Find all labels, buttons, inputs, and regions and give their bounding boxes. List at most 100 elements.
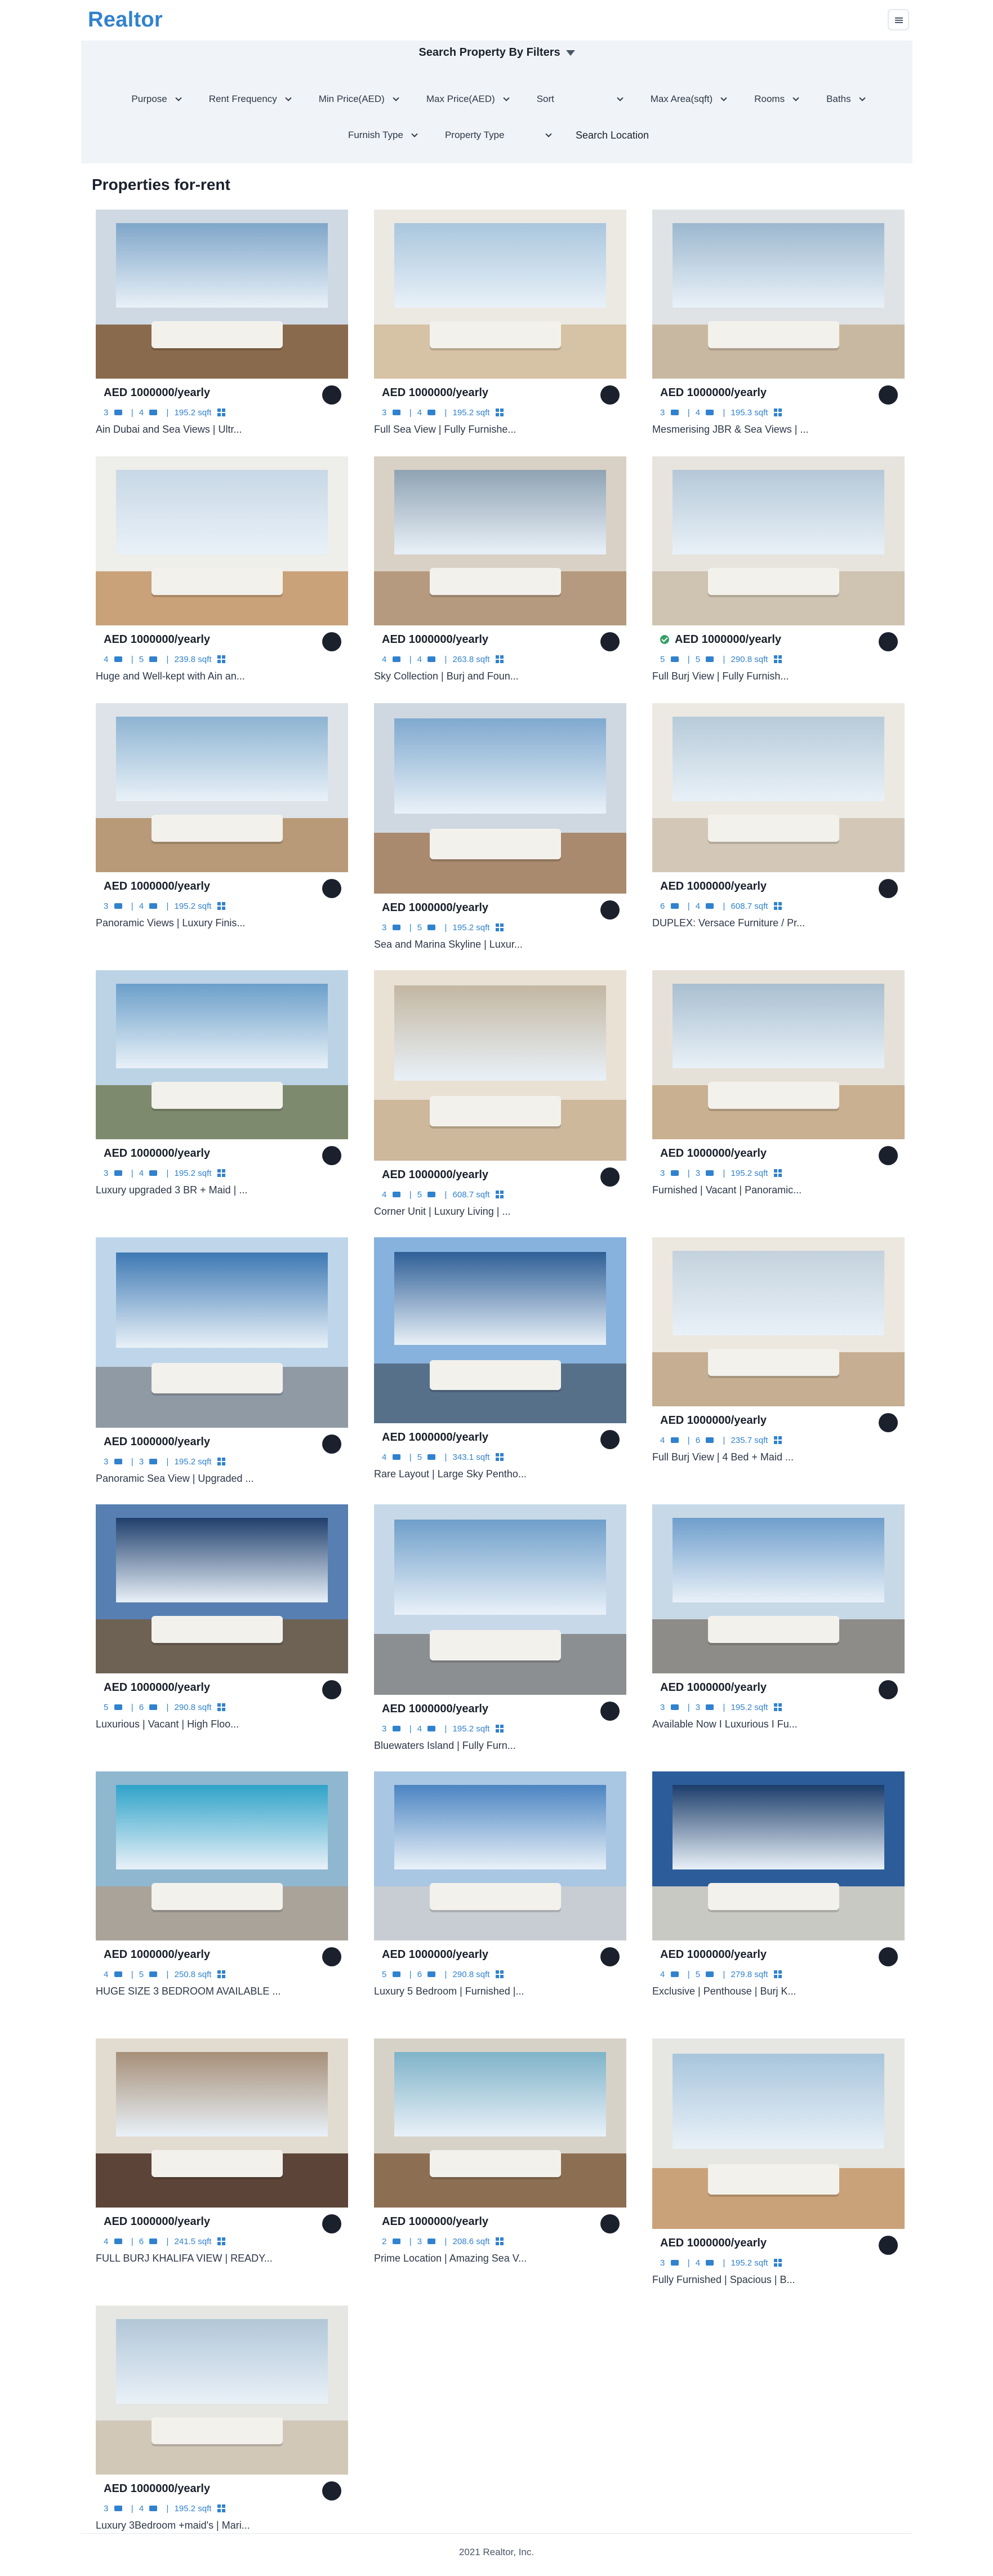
baths-select[interactable]: Baths [817, 88, 871, 110]
property-title[interactable]: Full Burj View | 4 Bed + Maid ... [652, 1451, 794, 1463]
property-photo[interactable] [96, 210, 348, 379]
property-title[interactable]: Furnished | Vacant | Panoramic... [652, 1184, 801, 1196]
max-area-select[interactable]: Max Area(sqft) [642, 88, 733, 110]
card-info: AED 1000000/yearly 3 | 4 | 195.2 sqft Fu… [652, 2229, 905, 2291]
property-title[interactable]: Exclusive | Penthouse | Burj K... [652, 1986, 796, 1997]
property-card[interactable]: AED 1000000/yearly 5 | 5 | 290.8 sqft Fu… [652, 456, 905, 687]
property-photo[interactable] [652, 2038, 905, 2229]
area-value: 235.7 sqft [731, 1436, 768, 1445]
property-card[interactable]: AED 1000000/yearly 3 | 4 | 195.2 sqft Fu… [374, 210, 626, 441]
photo-furniture [151, 2417, 283, 2444]
property-title[interactable]: Sky Collection | Burj and Foun... [374, 670, 519, 682]
property-card[interactable]: AED 1000000/yearly 3 | 4 | 195.3 sqft Me… [652, 210, 905, 441]
property-title[interactable]: Prime Location | Amazing Sea V... [374, 2253, 527, 2264]
sort-select[interactable]: Sort [528, 88, 629, 110]
photo-furniture [429, 2150, 561, 2177]
rooms-count: 3 [660, 1703, 665, 1712]
property-card[interactable]: AED 1000000/yearly 3 | 4 | 195.2 sqft Lu… [96, 970, 348, 1201]
property-card[interactable]: AED 1000000/yearly 3 | 3 | 195.2 sqft Pa… [96, 1237, 348, 1490]
property-photo[interactable] [374, 1771, 626, 1940]
property-card[interactable]: AED 1000000/yearly 4 | 4 | 263.8 sqft Sk… [374, 456, 626, 687]
baths-count: 5 [139, 655, 144, 664]
menu-icon-bar [895, 17, 903, 19]
photo-furniture [429, 1360, 561, 1390]
property-card[interactable]: AED 1000000/yearly 6 | 4 | 608.7 sqft DU… [652, 703, 905, 934]
property-title[interactable]: HUGE SIZE 3 BEDROOM AVAILABLE ... [96, 1986, 280, 1997]
property-photo[interactable] [374, 970, 626, 1161]
property-card[interactable]: AED 1000000/yearly 4 | 5 | 608.7 sqft Co… [374, 970, 626, 1223]
property-photo[interactable] [96, 1504, 348, 1673]
property-photo[interactable] [96, 1237, 348, 1428]
property-title[interactable]: Fully Furnished | Spacious | B... [652, 2274, 795, 2286]
property-title[interactable]: Panoramic Sea View | Upgraded ... [96, 1473, 254, 1485]
property-title[interactable]: FULL BURJ KHALIFA VIEW | READY... [96, 2253, 273, 2264]
brand-logo[interactable]: Realtor [88, 8, 163, 32]
property-card[interactable]: AED 1000000/yearly 5 | 6 | 290.8 sqft Lu… [374, 1771, 626, 2002]
property-photo[interactable] [96, 1771, 348, 1940]
property-photo[interactable] [96, 970, 348, 1139]
property-photo[interactable] [374, 1504, 626, 1695]
property-photo[interactable] [652, 703, 905, 872]
property-title[interactable]: Corner Unit | Luxury Living | ... [374, 1206, 510, 1218]
property-card[interactable]: AED 1000000/yearly 4 | 5 | 250.8 sqft HU… [96, 1771, 348, 2002]
agency-logo [600, 1947, 620, 1966]
property-photo[interactable] [96, 703, 348, 872]
property-title[interactable]: Full Burj View | Fully Furnish... [652, 670, 789, 682]
property-title[interactable]: Ain Dubai and Sea Views | Ultr... [96, 424, 242, 436]
property-card[interactable]: AED 1000000/yearly 3 | 4 | 195.2 sqft Bl… [374, 1504, 626, 1757]
property-photo[interactable] [652, 1504, 905, 1673]
property-photo[interactable] [652, 456, 905, 625]
property-photo[interactable] [374, 456, 626, 625]
property-photo[interactable] [96, 2038, 348, 2208]
property-photo[interactable] [374, 703, 626, 894]
property-photo[interactable] [374, 1237, 626, 1423]
search-location-button[interactable]: Search Location [570, 124, 654, 146]
property-photo[interactable] [652, 1771, 905, 1940]
property-card[interactable]: AED 1000000/yearly 4 | 6 | 241.5 sqft FU… [96, 2038, 348, 2269]
property-card[interactable]: AED 1000000/yearly 3 | 4 | 195.2 sqft Lu… [96, 2306, 348, 2537]
filters-toggle[interactable]: Search Property By Filters [81, 46, 912, 59]
property-title[interactable]: Luxury upgraded 3 BR + Maid | ... [96, 1184, 247, 1196]
rent-frequency-select[interactable]: Rent Frequency [200, 88, 297, 110]
furnish-type-select[interactable]: Furnish Type [339, 124, 424, 146]
property-type-select[interactable]: Property Type [436, 124, 558, 146]
property-title[interactable]: Rare Layout | Large Sky Pentho... [374, 1468, 527, 1480]
property-card[interactable]: AED 1000000/yearly 3 | 5 | 195.2 sqft Se… [374, 703, 626, 956]
property-card[interactable]: AED 1000000/yearly 4 | 5 | 239.8 sqft Hu… [96, 456, 348, 687]
property-photo[interactable] [96, 456, 348, 625]
hamburger-menu-button[interactable] [888, 9, 909, 30]
max-price-select[interactable]: Max Price(AED) [417, 88, 515, 110]
property-card[interactable]: AED 1000000/yearly 5 | 6 | 290.8 sqft Lu… [96, 1504, 348, 1735]
property-title[interactable]: Huge and Well-kept with Ain an... [96, 670, 245, 682]
rooms-select[interactable]: Rooms [745, 88, 805, 110]
property-photo[interactable] [652, 970, 905, 1139]
property-title[interactable]: Sea and Marina Skyline | Luxur... [374, 939, 523, 951]
property-card[interactable]: AED 1000000/yearly 3 | 3 | 195.2 sqft Av… [652, 1504, 905, 1735]
price-text: AED 1000000/yearly [104, 387, 211, 399]
property-card[interactable]: AED 1000000/yearly 4 | 5 | 343.1 sqft Ra… [374, 1237, 626, 1485]
property-photo[interactable] [374, 210, 626, 379]
property-title[interactable]: Mesmerising JBR & Sea Views | ... [652, 424, 808, 436]
area-grid-icon [495, 1453, 504, 1461]
property-title[interactable]: Bluewaters Island | Fully Furn... [374, 1740, 516, 1752]
property-title[interactable]: DUPLEX: Versace Furniture / Pr... [652, 917, 805, 929]
property-title[interactable]: Available Now I Luxurious I Fu... [652, 1718, 798, 1730]
property-photo[interactable] [96, 2306, 348, 2475]
property-photo[interactable] [652, 1237, 905, 1406]
property-card[interactable]: AED 1000000/yearly 4 | 6 | 235.7 sqft Fu… [652, 1237, 905, 1468]
property-photo[interactable] [652, 210, 905, 379]
property-card[interactable]: AED 1000000/yearly 3 | 4 | 195.2 sqft Fu… [652, 2038, 905, 2291]
property-title[interactable]: Full Sea View | Fully Furnishe... [374, 424, 516, 436]
property-card[interactable]: AED 1000000/yearly 2 | 3 | 208.6 sqft Pr… [374, 2038, 626, 2269]
property-card[interactable]: AED 1000000/yearly 4 | 5 | 279.8 sqft Ex… [652, 1771, 905, 2002]
min-price-select[interactable]: Min Price(AED) [310, 88, 405, 110]
property-title[interactable]: Panoramic Views | Luxury Finis... [96, 917, 245, 929]
property-card[interactable]: AED 1000000/yearly 3 | 4 | 195.2 sqft Ai… [96, 210, 348, 441]
purpose-select[interactable]: Purpose [122, 88, 187, 110]
property-title[interactable]: Luxury 5 Bedroom | Furnished |... [374, 1986, 524, 1997]
property-title[interactable]: Luxurious | Vacant | High Floo... [96, 1718, 239, 1730]
property-title[interactable]: Luxury 3Bedroom +maid's | Mari... [96, 2520, 250, 2531]
property-card[interactable]: AED 1000000/yearly 3 | 3 | 195.2 sqft Fu… [652, 970, 905, 1201]
property-photo[interactable] [374, 2038, 626, 2208]
property-card[interactable]: AED 1000000/yearly 3 | 4 | 195.2 sqft Pa… [96, 703, 348, 934]
